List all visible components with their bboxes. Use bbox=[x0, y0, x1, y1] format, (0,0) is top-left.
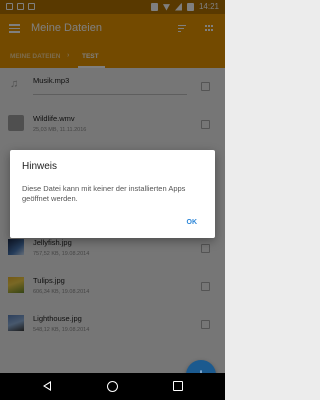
back-icon[interactable] bbox=[43, 381, 51, 391]
navigation-bar bbox=[0, 373, 225, 400]
dialog-message: Diese Datei kann mit keiner der installi… bbox=[22, 184, 186, 203]
alert-dialog: Hinweis Diese Datei kann mit keiner der … bbox=[10, 150, 215, 238]
home-icon[interactable] bbox=[107, 381, 118, 392]
recent-apps-icon[interactable] bbox=[173, 381, 183, 391]
ok-button[interactable]: OK bbox=[187, 219, 198, 226]
dialog-title: Hinweis bbox=[22, 161, 58, 172]
